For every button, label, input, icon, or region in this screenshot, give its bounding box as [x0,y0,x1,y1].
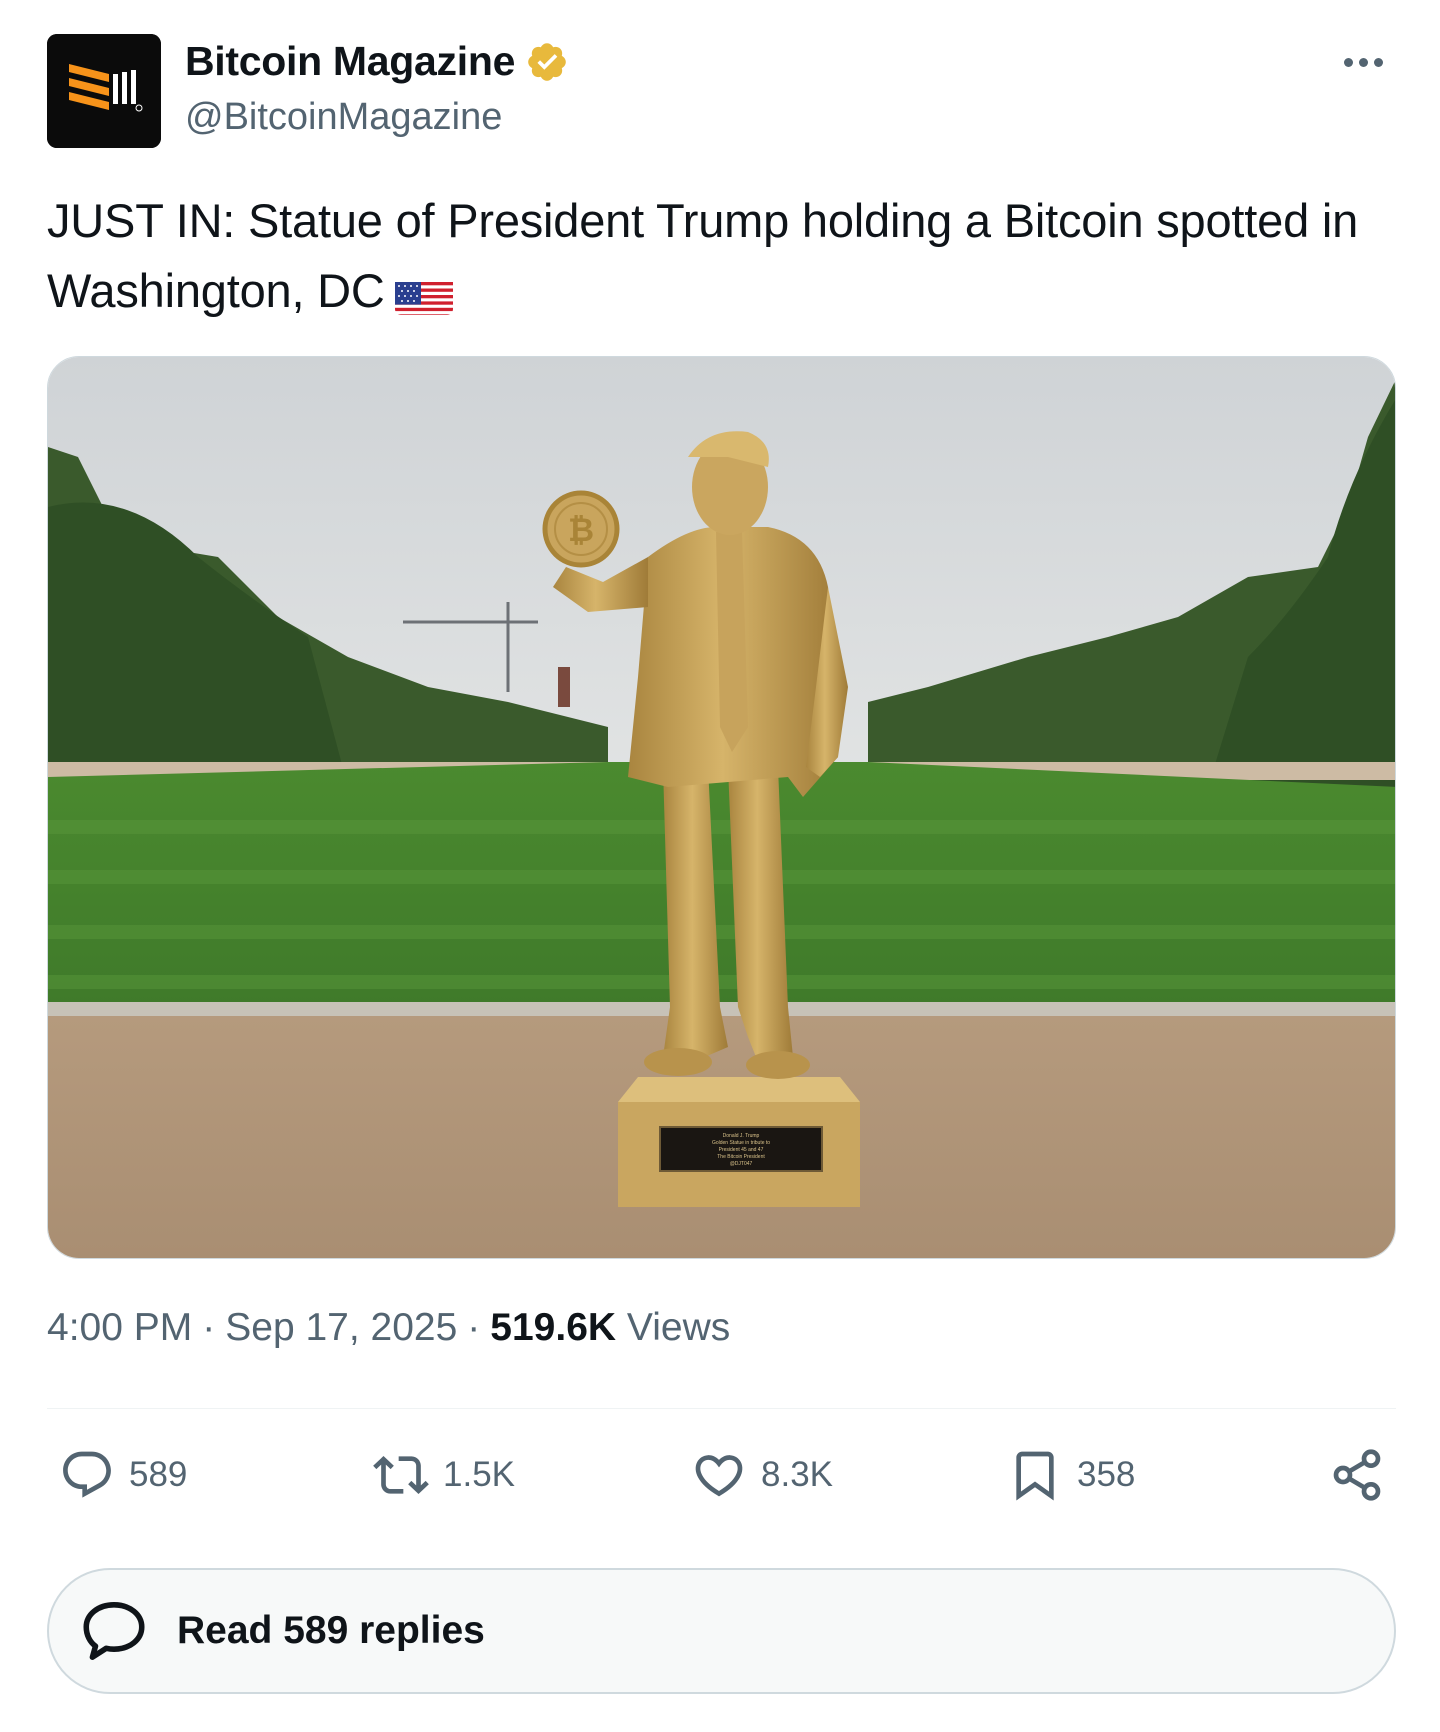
share-button[interactable] [1329,1440,1385,1510]
like-count: 8.3K [761,1455,833,1494]
verified-badge-icon[interactable] [525,40,569,84]
share-icon [1333,1449,1381,1501]
meta-separator: · [202,1306,216,1349]
bookmark-icon [1016,1451,1054,1501]
reply-count: 589 [129,1455,188,1494]
more-options-icon[interactable] [1333,42,1393,82]
divider [47,1408,1396,1409]
account-handle[interactable]: @BitcoinMagazine [185,96,502,139]
tweet-header: Bitcoin Magazine @BitcoinMagazine [47,34,1393,148]
plaque-line: The Bitcoin President [717,1154,765,1160]
views-count: 519.6K [490,1306,617,1349]
dot [1358,57,1368,67]
read-replies-label: Read 589 replies [177,1609,485,1652]
dot [1343,57,1353,67]
plaque-line: Donald J. Trump [723,1133,760,1139]
tweet-text: JUST IN: Statue of President Trump holdi… [47,186,1397,326]
speech-bubble-icon [83,1602,145,1660]
tweet-meta: 4:00 PM · Sep 17, 2025 · 519.6K Views [47,1306,730,1350]
name-row: Bitcoin Magazine [185,38,569,85]
repost-button[interactable]: 1.5K [373,1440,515,1510]
plaque-line: President 45 and 47 [719,1147,764,1153]
repost-icon [373,1456,429,1494]
us-flag-icon [394,273,453,315]
dot [1373,57,1383,67]
like-button[interactable]: 8.3K [691,1440,833,1510]
repost-count: 1.5K [443,1455,515,1494]
views-label: Views [626,1306,731,1349]
tweet-date[interactable]: Sep 17, 2025 [225,1306,457,1349]
tweet-text-body: JUST IN: Statue of President Trump holdi… [47,194,1359,317]
display-name[interactable]: Bitcoin Magazine [185,38,515,85]
plaque-line: Golden Statue in tribute to [712,1140,770,1146]
meta-separator: · [467,1306,481,1349]
avatar[interactable] [47,34,161,148]
bookmark-count: 358 [1077,1455,1136,1494]
tweet-time[interactable]: 4:00 PM [47,1306,192,1349]
bookmark-button[interactable]: 358 [1007,1440,1135,1510]
tweet-photo[interactable]: Donald J. Trump Golden Statue in tribute… [47,356,1396,1259]
read-replies-button[interactable]: Read 589 replies [47,1568,1396,1694]
reply-button[interactable]: 589 [59,1440,187,1510]
bitcoin-magazine-logo-icon [47,34,161,148]
svg-text:₿: ₿ [568,512,594,548]
heart-icon [695,1455,743,1497]
statue-photo-image: Donald J. Trump Golden Statue in tribute… [48,357,1395,1258]
reply-icon [63,1451,111,1498]
plaque-line: @DJT047 [730,1161,753,1167]
action-bar: 589 1.5K 8.3K 358 [47,1440,1396,1510]
